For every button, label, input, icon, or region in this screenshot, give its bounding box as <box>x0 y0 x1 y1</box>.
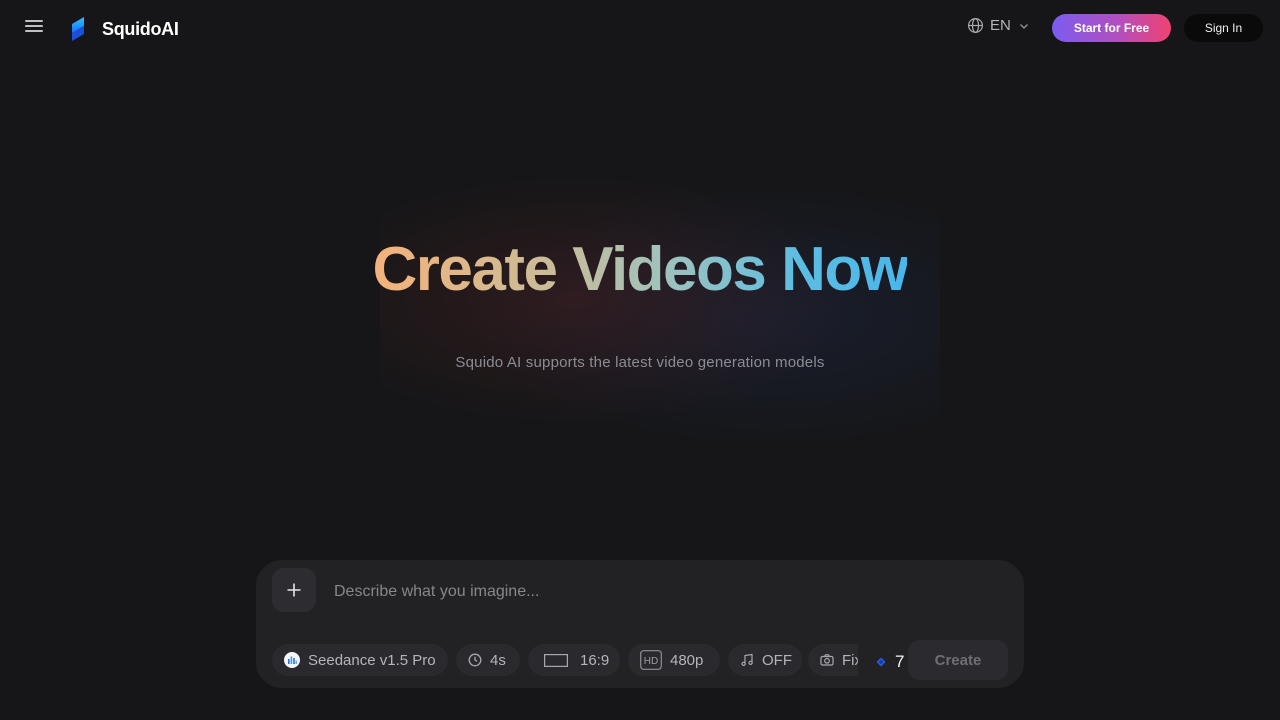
create-button[interactable]: Create <box>908 640 1008 680</box>
generation-options: Seedance v1.5 Pro 4s 16:9 HD 480p OFF Fi <box>272 644 858 676</box>
music-note-icon <box>741 653 753 666</box>
camera-label: Fixed <box>842 651 858 669</box>
globe-icon <box>967 17 984 34</box>
model-logo-icon <box>284 652 300 668</box>
svg-text:HD: HD <box>644 656 658 667</box>
sign-in-button[interactable]: Sign In <box>1184 14 1263 42</box>
model-label: Seedance v1.5 Pro <box>308 651 436 669</box>
language-selector[interactable]: EN <box>967 17 1030 34</box>
logo-mark-icon <box>72 17 84 41</box>
model-selector[interactable]: Seedance v1.5 Pro <box>272 644 448 676</box>
audio-label: OFF <box>762 651 792 669</box>
aspect-ratio-label: 16:9 <box>580 651 610 669</box>
hero-title-text: Create Videos Now <box>372 235 909 304</box>
language-label: EN <box>990 17 1011 34</box>
hd-icon: HD <box>640 650 662 670</box>
resolution-label: 480p <box>670 651 704 669</box>
aspect-ratio-selector[interactable]: 16:9 <box>528 644 620 676</box>
brand-name: SquidoAI <box>102 18 179 39</box>
gem-icon <box>876 657 886 667</box>
hero-subtitle: Squido AI supports the latest video gene… <box>455 354 825 371</box>
chevron-down-icon <box>1019 23 1028 29</box>
credit-cost-value: 7 <box>895 652 905 671</box>
audio-toggle[interactable]: OFF <box>728 644 802 676</box>
credit-cost: 7 <box>876 652 904 672</box>
brand-logo[interactable]: SquidoAI <box>70 16 179 42</box>
resolution-selector[interactable]: HD 480p <box>628 644 720 676</box>
duration-selector[interactable]: 4s <box>456 644 520 676</box>
menu-icon[interactable] <box>22 18 46 38</box>
camera-icon <box>820 654 834 666</box>
page-title: Create Videos Now <box>0 232 1280 308</box>
prompt-input[interactable] <box>332 574 996 610</box>
start-for-free-button[interactable]: Start for Free <box>1052 14 1171 42</box>
clock-icon <box>468 653 482 667</box>
add-media-button[interactable] <box>272 568 316 612</box>
aspect-ratio-icon <box>544 654 568 667</box>
duration-label: 4s <box>490 651 506 669</box>
prompt-composer: Seedance v1.5 Pro 4s 16:9 HD 480p <box>256 560 1024 688</box>
camera-selector[interactable]: Fixed <box>808 644 858 676</box>
plus-icon <box>287 583 301 597</box>
top-nav: SquidoAI EN Start for Free Sign In <box>0 0 1280 56</box>
